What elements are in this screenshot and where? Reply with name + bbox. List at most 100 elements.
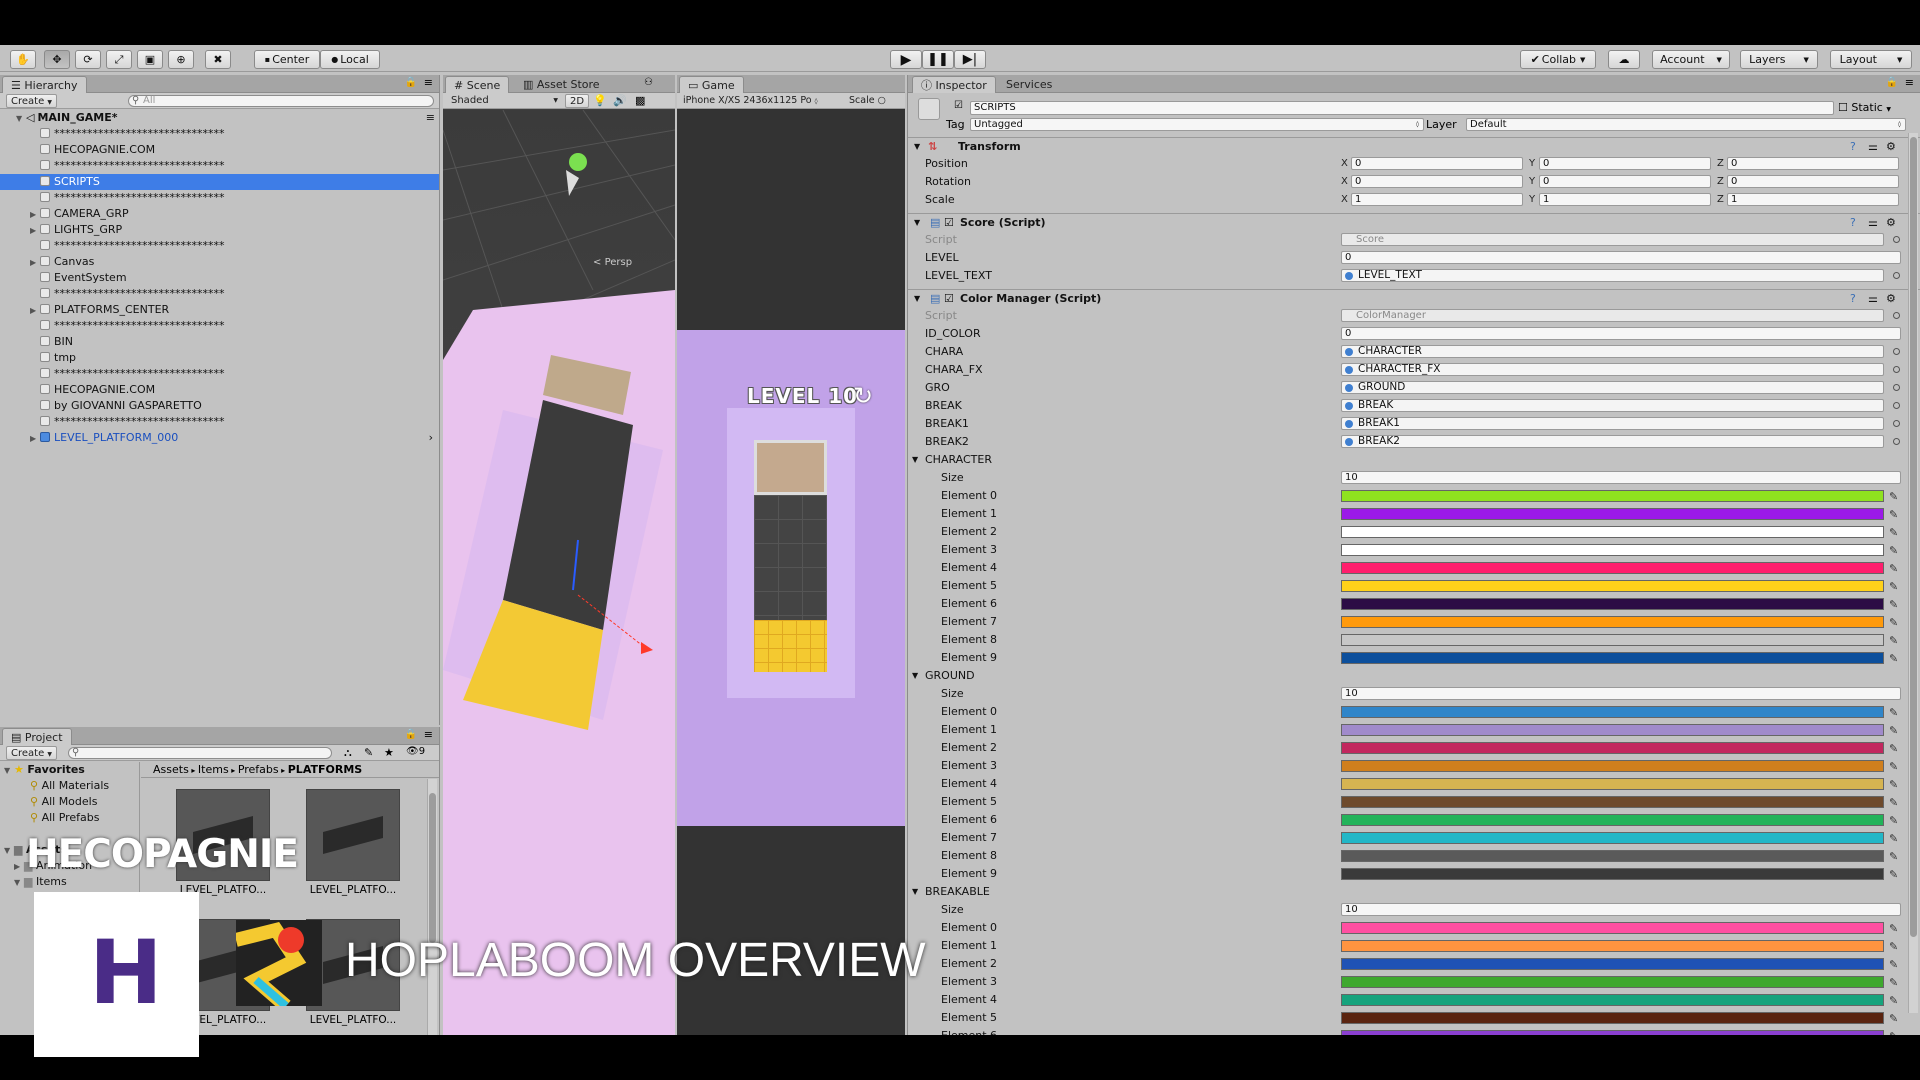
color-swatch-field[interactable] xyxy=(1341,616,1884,628)
eyedropper-icon[interactable]: ✎ xyxy=(1889,939,1898,954)
eyedropper-icon[interactable]: ✎ xyxy=(1889,597,1898,612)
scale-slider[interactable]: Scale ○ xyxy=(845,94,890,108)
hierarchy-item[interactable]: ▶ LEVEL_PLATFORM_000 › xyxy=(0,430,439,446)
object-picker-icon[interactable] xyxy=(1893,312,1900,319)
color-swatch-field[interactable] xyxy=(1341,760,1884,772)
game-screen[interactable]: LEVEL 10 ↻ xyxy=(677,330,905,826)
hierarchy-item[interactable]: SCRIPTS xyxy=(0,174,439,190)
pivot-center-button[interactable]: ▪ Center xyxy=(254,50,320,69)
eyedropper-icon[interactable]: ✎ xyxy=(1889,975,1898,990)
breadcrumb-item[interactable]: Items xyxy=(198,763,229,776)
hierarchy-item[interactable]: ▶ PLATFORMS_CENTER xyxy=(0,302,439,318)
color-swatch-field[interactable] xyxy=(1341,994,1884,1006)
layers-dropdown[interactable]: Layers ▼ xyxy=(1740,50,1818,69)
id-color-field[interactable]: 0 xyxy=(1341,327,1901,340)
expand-arrow-icon[interactable]: ▼ xyxy=(4,843,14,859)
step-button[interactable]: ▶| xyxy=(954,50,986,69)
breadcrumb-item[interactable]: PLATFORMS xyxy=(288,763,362,776)
color-swatch-field[interactable] xyxy=(1341,598,1884,610)
eyedropper-icon[interactable]: ✎ xyxy=(1889,867,1898,882)
pause-button[interactable]: ❚❚ xyxy=(922,50,954,69)
hierarchy-item[interactable]: by GIOVANNI GASPARETTO xyxy=(0,398,439,414)
scene-viewport[interactable]: < Persp xyxy=(443,109,675,1035)
color-swatch-field[interactable] xyxy=(1341,814,1884,826)
eyedropper-icon[interactable]: ✎ xyxy=(1889,507,1898,522)
audio-icon[interactable]: 🔊 xyxy=(613,94,627,107)
transform-tool-icon[interactable]: ⊕ xyxy=(168,50,194,69)
eyedropper-icon[interactable]: ✎ xyxy=(1889,741,1898,756)
component-enabled-checkbox[interactable]: ☑ xyxy=(944,290,954,308)
object-picker-icon[interactable] xyxy=(1893,236,1900,243)
expand-arrow-icon[interactable]: ▼ xyxy=(16,111,26,127)
hierarchy-item[interactable]: ▶ LIGHTS_GRP xyxy=(0,222,439,238)
array-foldout[interactable]: ▼ CHARACTER xyxy=(908,452,1920,467)
y-field[interactable]: 0 xyxy=(1539,175,1711,188)
toggle-2d-button[interactable]: 2D xyxy=(565,94,590,108)
hierarchy-item[interactable]: tmp xyxy=(0,350,439,366)
foldout-arrow-icon[interactable]: ▼ xyxy=(912,884,918,899)
hierarchy-item[interactable]: ******************************* xyxy=(0,126,439,142)
hierarchy-item[interactable]: ******************************* xyxy=(0,366,439,382)
hierarchy-item[interactable]: HECOPAGNIE.COM xyxy=(0,142,439,158)
foldout-arrow-icon[interactable]: ▼ xyxy=(912,668,918,683)
scene-gizmo-y[interactable] xyxy=(569,153,587,171)
color-swatch-field[interactable] xyxy=(1341,976,1884,988)
favorite-star-icon[interactable]: ★ xyxy=(384,746,394,759)
hierarchy-item[interactable]: ******************************* xyxy=(0,414,439,430)
help-icon[interactable]: ? xyxy=(1850,138,1856,156)
color-swatch-field[interactable] xyxy=(1341,706,1884,718)
color-swatch-field[interactable] xyxy=(1341,1012,1884,1024)
scene-root-row[interactable]: ▼ ◁ MAIN_GAME* ≡ xyxy=(0,110,439,126)
expand-arrow-icon[interactable]: ▶ xyxy=(14,859,24,875)
expand-arrow-icon[interactable]: ▼ xyxy=(4,763,14,779)
rect-tool-icon[interactable]: ▣ xyxy=(137,50,163,69)
color-swatch-field[interactable] xyxy=(1341,742,1884,754)
eyedropper-icon[interactable]: ✎ xyxy=(1889,579,1898,594)
foldout-arrow-icon[interactable]: ▼ xyxy=(914,214,920,232)
scene-menu-icon[interactable]: ≡ xyxy=(426,110,435,126)
expand-arrow-icon[interactable]: ▼ xyxy=(14,875,24,891)
tab-scene[interactable]: # Scene xyxy=(445,76,510,93)
account-dropdown[interactable]: Account ▼ xyxy=(1652,50,1730,69)
favorite-item[interactable]: ⚲ All Models xyxy=(0,794,139,810)
breadcrumb-item[interactable]: Prefabs xyxy=(238,763,279,776)
color-swatch-field[interactable] xyxy=(1341,796,1884,808)
x-field[interactable]: 0 xyxy=(1351,157,1523,170)
eyedropper-icon[interactable]: ✎ xyxy=(1889,543,1898,558)
color-swatch-field[interactable] xyxy=(1341,850,1884,862)
eyedropper-icon[interactable]: ✎ xyxy=(1889,993,1898,1008)
object-picker-icon[interactable] xyxy=(1893,438,1900,445)
color-manager-header[interactable]: ▼ ▤ ☑ Color Manager (Script)? ⚌ ⚙ xyxy=(908,289,1920,307)
lock-icon[interactable]: 🔒 xyxy=(405,77,417,88)
y-field[interactable]: 0 xyxy=(1539,157,1711,170)
object-ref-field[interactable]: BREAK2 xyxy=(1341,435,1884,448)
eyedropper-icon[interactable]: ✎ xyxy=(1889,723,1898,738)
color-swatch-field[interactable] xyxy=(1341,922,1884,934)
project-search-input[interactable]: ⚲ xyxy=(68,747,332,759)
eyedropper-icon[interactable]: ✎ xyxy=(1889,795,1898,810)
eyedropper-icon[interactable]: ✎ xyxy=(1889,651,1898,666)
eyedropper-icon[interactable]: ✎ xyxy=(1889,489,1898,504)
hierarchy-item[interactable]: ******************************* xyxy=(0,318,439,334)
help-icon[interactable]: ? xyxy=(1850,290,1856,308)
hierarchy-item[interactable]: ******************************* xyxy=(0,238,439,254)
hierarchy-item[interactable]: BIN xyxy=(0,334,439,350)
lighting-icon[interactable]: 💡 xyxy=(593,94,607,107)
foldout-arrow-icon[interactable]: ▼ xyxy=(914,290,920,308)
tab-project[interactable]: ▤ Project xyxy=(2,728,72,745)
hierarchy-item[interactable]: ▶ CAMERA_GRP xyxy=(0,206,439,222)
restart-icon[interactable]: ↻ xyxy=(853,382,873,410)
tab-asset-store[interactable]: ▥ Asset Store xyxy=(515,76,608,93)
move-tool-icon[interactable]: ✥ xyxy=(44,50,70,69)
scrollbar-thumb[interactable] xyxy=(429,793,436,943)
effects-icon[interactable]: ▩ xyxy=(635,94,645,107)
favorite-item[interactable]: ⚲ All Materials xyxy=(0,778,139,794)
color-swatch-field[interactable] xyxy=(1341,940,1884,952)
object-picker-icon[interactable] xyxy=(1893,402,1900,409)
controller-icon[interactable]: ⚇ xyxy=(644,77,653,88)
eyedropper-icon[interactable]: ✎ xyxy=(1889,633,1898,648)
x-field[interactable]: 1 xyxy=(1351,193,1523,206)
expand-arrow-icon[interactable]: ▶ xyxy=(30,207,40,223)
cloud-button[interactable]: ☁ xyxy=(1608,50,1640,69)
hierarchy-item[interactable]: ******************************* xyxy=(0,286,439,302)
